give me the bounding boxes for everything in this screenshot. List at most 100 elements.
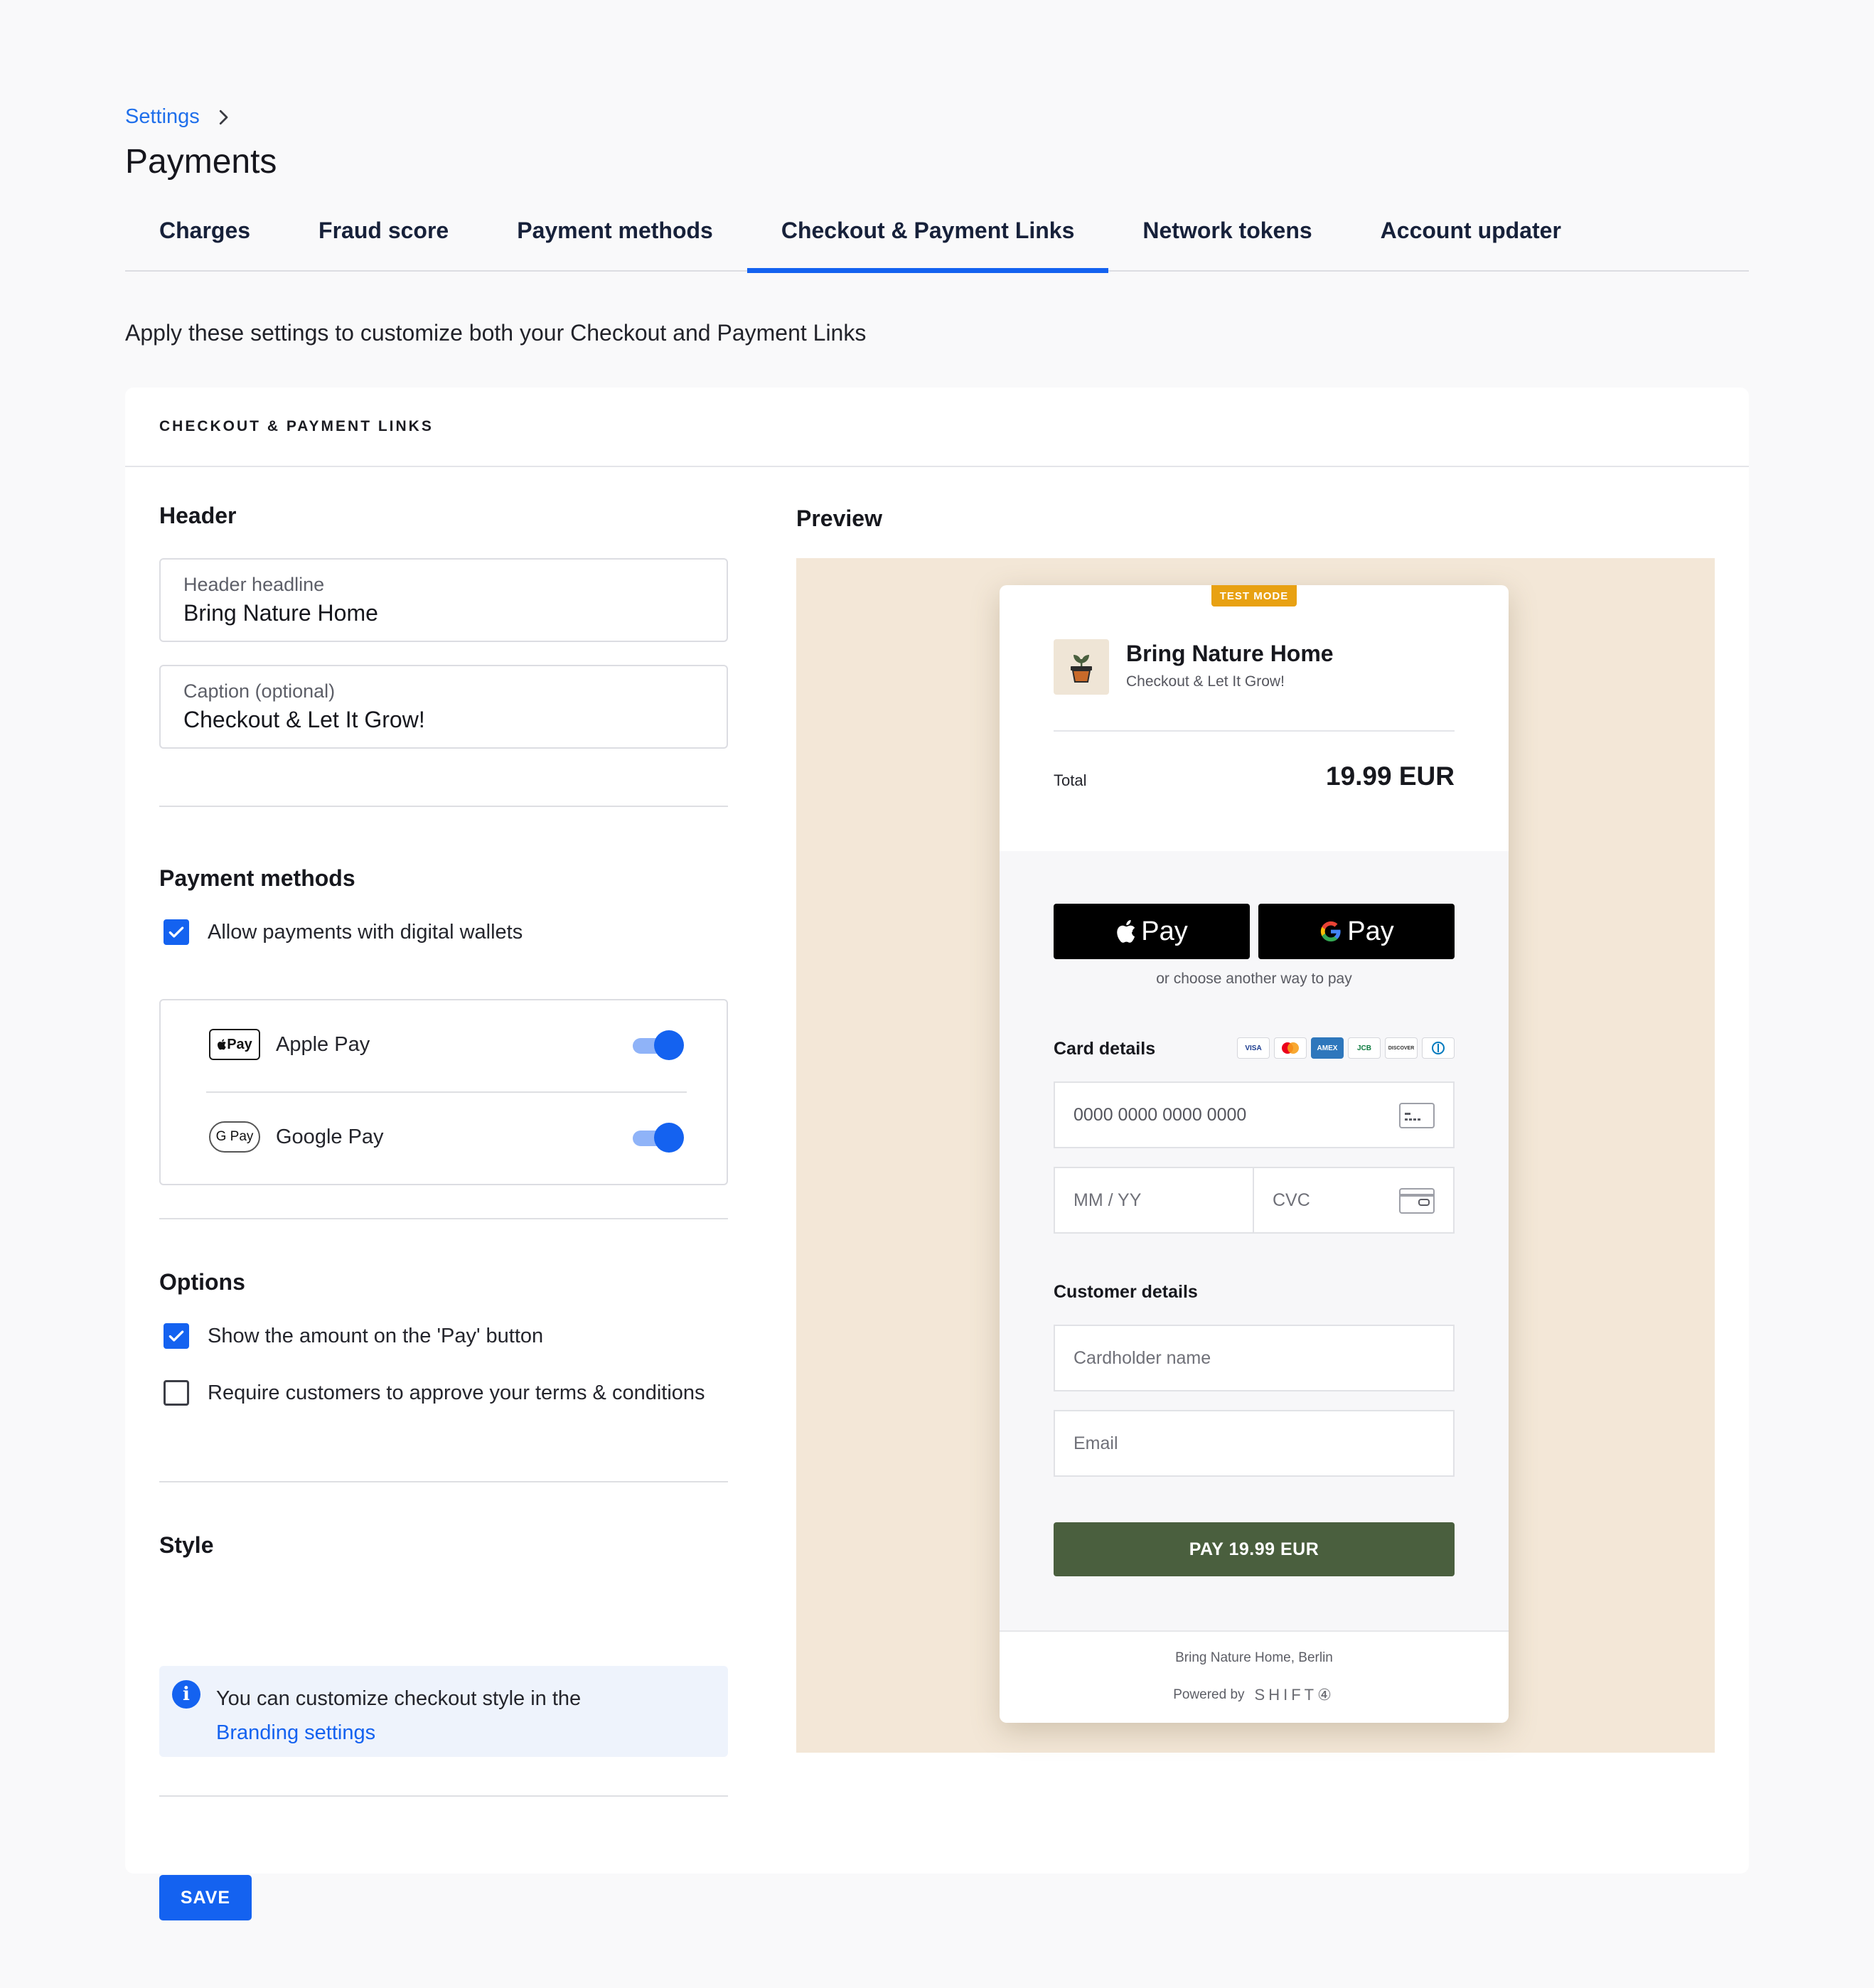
wallet-name: Google Pay [276, 1125, 384, 1148]
toggle-knob [654, 1123, 684, 1153]
checkbox-checked[interactable] [164, 1323, 189, 1349]
discover-icon: DISCOVER [1385, 1037, 1418, 1059]
tab-payment-methods[interactable]: Payment methods [483, 199, 747, 272]
powered-by-label: Powered by [1173, 1687, 1245, 1702]
checkout-form-area [1000, 851, 1509, 1630]
card-number-placeholder: 0000 0000 0000 0000 [1073, 1104, 1247, 1125]
checkout-preview: TEST MODE Bring Nature Home Checkout & L… [796, 558, 1715, 1753]
caption-field[interactable]: Caption (optional) Checkout & Let It Gro… [159, 665, 728, 749]
tab-bar: Charges Fraud score Payment methods Chec… [125, 199, 1749, 273]
tab-checkout-payment-links[interactable]: Checkout & Payment Links [746, 199, 1109, 273]
field-value: Checkout & Let It Grow! [183, 707, 425, 732]
check-icon [168, 926, 184, 938]
checkbox-label: Show the amount on the 'Pay' button [208, 1324, 544, 1347]
page-title: Payments [125, 143, 277, 181]
apple-pay-label: Pay [1141, 916, 1188, 946]
email-input[interactable]: Email [1054, 1410, 1455, 1477]
check-icon [168, 1330, 184, 1342]
google-pay-toggle[interactable] [633, 1123, 684, 1153]
cardholder-name-input[interactable]: Cardholder name [1054, 1325, 1455, 1391]
info-icon: i [172, 1680, 200, 1709]
tab-network-tokens[interactable]: Network tokens [1108, 199, 1346, 272]
allow-wallets-checkbox-row[interactable]: Allow payments with digital wallets [164, 919, 523, 945]
total-label: Total [1054, 771, 1087, 789]
field-label: Caption (optional) [183, 680, 336, 702]
apple-pay-logo-icon: Pay [209, 1029, 260, 1060]
card-number-input[interactable]: 0000 0000 0000 0000 [1054, 1081, 1455, 1148]
google-g-icon [1321, 921, 1341, 942]
powered-by: Powered by SHIFT④ [1000, 1686, 1509, 1704]
cvc-placeholder: CVC [1273, 1190, 1310, 1210]
checkbox-checked[interactable] [164, 919, 189, 945]
settings-card: CHECKOUT & PAYMENT LINKS Header Header h… [125, 388, 1749, 1920]
tab-account-updater[interactable]: Account updater [1346, 199, 1595, 272]
breadcrumb: Settings [125, 105, 234, 129]
wallet-row-google-pay: G Pay Google Pay [209, 1121, 384, 1153]
tab-fraud-score[interactable]: Fraud score [284, 199, 483, 272]
preview-title: Preview [796, 506, 882, 531]
pay-button[interactable]: PAY 19.99 EUR [1054, 1522, 1455, 1576]
header-divider [1054, 730, 1455, 732]
field-label: Header headline [183, 574, 325, 595]
google-pay-label: Pay [1347, 916, 1394, 946]
section-divider [159, 1795, 728, 1797]
header-headline-field[interactable]: Header headline Bring Nature Home [159, 558, 728, 642]
header-section-title: Header [159, 503, 237, 528]
wallet-logo-text: Pay [227, 1036, 252, 1052]
options-section-title: Options [159, 1269, 245, 1295]
google-pay-logo-icon: G Pay [209, 1121, 260, 1153]
apple-pay-button[interactable]: Pay [1054, 904, 1250, 959]
google-pay-button[interactable]: Pay [1258, 904, 1455, 959]
wallet-name: Apple Pay [276, 1032, 370, 1056]
cvc-card-icon [1399, 1188, 1435, 1214]
save-button[interactable]: SAVE [159, 1875, 252, 1920]
or-text: or choose another way to pay [1156, 971, 1352, 987]
tab-charges[interactable]: Charges [125, 199, 284, 272]
jcb-icon: JCB [1348, 1037, 1381, 1059]
wallet-divider [206, 1091, 687, 1093]
visa-icon: VISA [1237, 1037, 1270, 1059]
style-info-box: i You can customize checkout style in th… [159, 1666, 728, 1757]
show-amount-checkbox-row[interactable]: Show the amount on the 'Pay' button [164, 1323, 543, 1349]
footer-divider [1000, 1630, 1509, 1632]
checkbox-label: Allow payments with digital wallets [208, 920, 523, 944]
apple-pay-toggle[interactable] [633, 1030, 684, 1060]
shift4-logo: SHIFT④ [1254, 1686, 1335, 1704]
merchant-name: Bring Nature Home [1126, 641, 1334, 666]
info-text: You can customize checkout style in the … [216, 1682, 581, 1750]
checkbox-unchecked[interactable] [164, 1380, 189, 1406]
diners-club-icon [1422, 1037, 1455, 1059]
info-message: You can customize checkout style in the [216, 1687, 582, 1710]
field-value: Bring Nature Home [183, 600, 378, 626]
style-section-title: Style [159, 1532, 214, 1558]
apple-icon [218, 1039, 226, 1050]
breadcrumb-settings-link[interactable]: Settings [125, 105, 200, 129]
merchant-logo-plant-icon [1054, 639, 1109, 695]
branding-settings-link[interactable]: Branding settings [216, 1721, 375, 1744]
customer-details-label: Customer details [1054, 1282, 1198, 1302]
checkout-card: TEST MODE Bring Nature Home Checkout & L… [1000, 585, 1509, 1723]
toggle-knob [654, 1030, 684, 1060]
wallets-list: Pay Apple Pay G Pay Google Pay [159, 999, 728, 1185]
cvc-input[interactable]: CVC [1253, 1167, 1455, 1234]
total-amount: 19.99 EUR [1326, 761, 1455, 791]
card-heading: CHECKOUT & PAYMENT LINKS [125, 388, 1749, 467]
mastercard-icon [1274, 1037, 1307, 1059]
plant-pot-icon [1071, 655, 1092, 683]
amex-icon: AMEX [1311, 1037, 1344, 1059]
card-details-label: Card details [1054, 1039, 1156, 1059]
page-intro: Apply these settings to customize both y… [125, 320, 867, 346]
test-mode-badge: TEST MODE [1211, 585, 1297, 606]
wallet-row-apple-pay: Pay Apple Pay [209, 1029, 370, 1060]
require-terms-checkbox-row[interactable]: Require customers to approve your terms … [164, 1380, 705, 1406]
card-brand-icons: VISA AMEX JCB DISCOVER [1237, 1037, 1455, 1059]
card-icon [1399, 1103, 1435, 1128]
apple-icon [1117, 920, 1135, 943]
expiry-input[interactable]: MM / YY [1054, 1167, 1254, 1234]
payment-methods-section-title: Payment methods [159, 865, 355, 891]
section-divider [159, 1481, 728, 1482]
checkbox-label: Require customers to approve your terms … [208, 1381, 705, 1404]
merchant-caption: Checkout & Let It Grow! [1126, 673, 1285, 690]
chevron-right-icon [219, 109, 228, 124]
footer-address: Bring Nature Home, Berlin [1175, 1650, 1333, 1665]
